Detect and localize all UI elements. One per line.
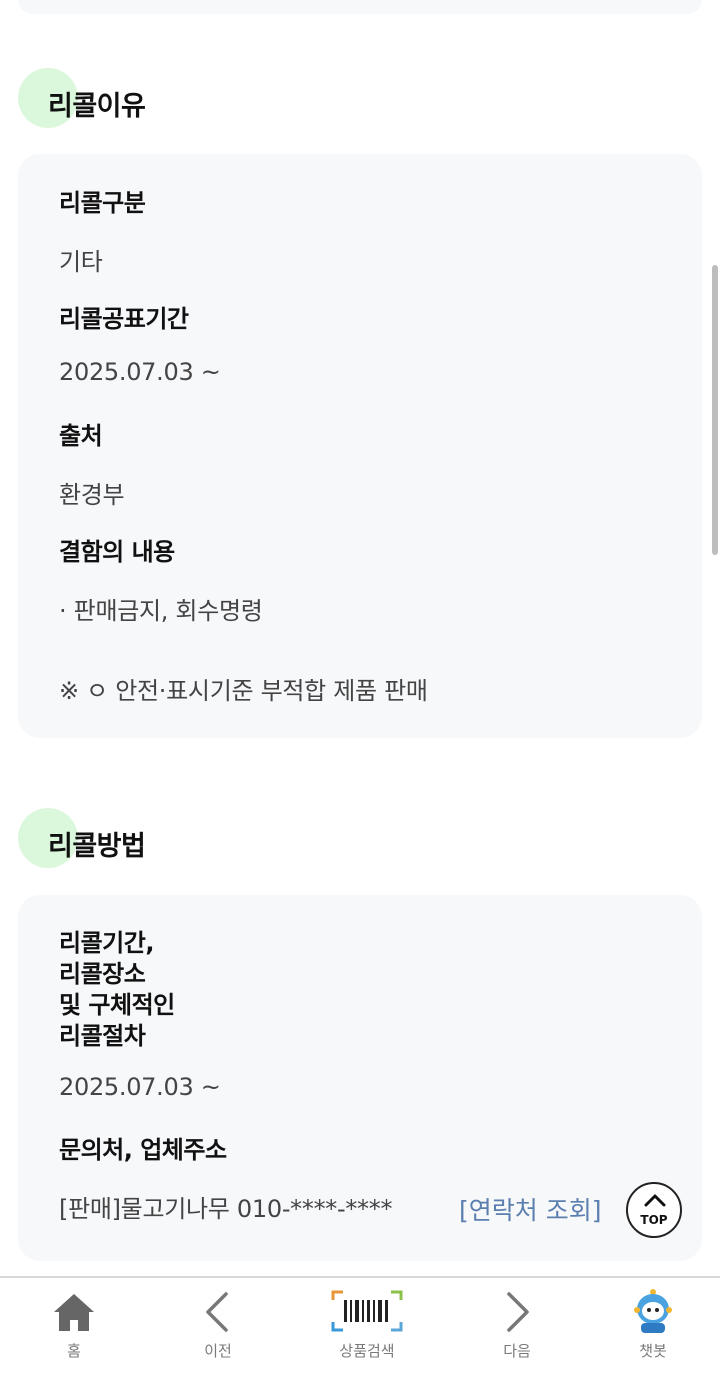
scrollbar-thumb[interactable] [712,265,718,555]
recall-method-title: 리콜방법 [48,831,146,862]
recall-source-label: 출처 [59,422,103,450]
nav-product-search-label: 상품검색 [339,1342,395,1360]
recall-method-section-header: 리콜방법 [18,808,318,868]
chevron-right-icon [507,1292,529,1332]
contact-value: [판매]물고기나무 010-****-**** [59,1195,393,1223]
scroll-to-top-button[interactable]: TOP [626,1182,682,1238]
chevron-up-icon [644,1194,666,1207]
recall-procedure-label-line: 리콜기간, [59,929,154,957]
recall-reason-title: 리콜이유 [48,91,146,122]
recall-period-label: 리콜공표기간 [59,305,189,333]
nav-next[interactable]: 다음 [467,1278,567,1373]
defect-content-value: · 판매금지, 회수명령 [59,597,263,625]
recall-method-card: 리콜기간, 리콜장소 및 구체적인 리콜절차 2025.07.03 ~ 문의처,… [18,895,702,1261]
scroll-to-top-label: TOP [640,1213,668,1227]
nav-previous[interactable]: 이전 [168,1278,268,1373]
recall-procedure-label-line: 리콜절차 [59,1022,146,1050]
chatbot-avatar-icon [634,1289,672,1333]
recall-procedure-label: 리콜기간, 리콜장소 및 구체적인 리콜절차 [59,928,175,1052]
nav-next-label: 다음 [503,1342,531,1360]
bottom-navigation-bar: 홈 이전 상품검색 다음 챗봇 [0,1276,720,1373]
chevron-left-icon [206,1292,228,1332]
recall-type-label: 리콜구분 [59,189,146,217]
recall-procedure-label-line: 및 구체적인 [59,991,175,1019]
barcode-scan-icon [331,1290,403,1332]
nav-chatbot[interactable]: 챗봇 [603,1278,703,1373]
recall-reason-card: 리콜구분 기타 리콜공표기간 2025.07.03 ~ 출처 환경부 결함의 내… [18,154,702,738]
previous-card-edge [18,0,702,14]
defect-content-note: ※ ㅇ 안전·표시기준 부적합 제품 판매 [59,677,428,705]
nav-product-search[interactable]: 상품검색 [317,1278,417,1373]
recall-period-value: 2025.07.03 ~ [59,358,221,386]
nav-home[interactable]: 홈 [24,1278,124,1373]
nav-previous-label: 이전 [204,1342,232,1360]
contact-label: 문의처, 업체주소 [59,1136,227,1164]
defect-content-label: 결함의 내용 [59,538,175,566]
nav-chatbot-label: 챗봇 [639,1342,667,1360]
contact-lookup-link[interactable]: [연락처 조회] [459,1191,601,1227]
recall-reason-section-header: 리콜이유 [18,68,318,128]
home-icon [54,1294,94,1331]
recall-source-value: 환경부 [59,481,125,509]
nav-home-label: 홈 [67,1342,81,1360]
recall-type-value: 기타 [59,248,103,276]
recall-procedure-value: 2025.07.03 ~ [59,1073,221,1101]
recall-procedure-label-line: 리콜장소 [59,960,146,988]
